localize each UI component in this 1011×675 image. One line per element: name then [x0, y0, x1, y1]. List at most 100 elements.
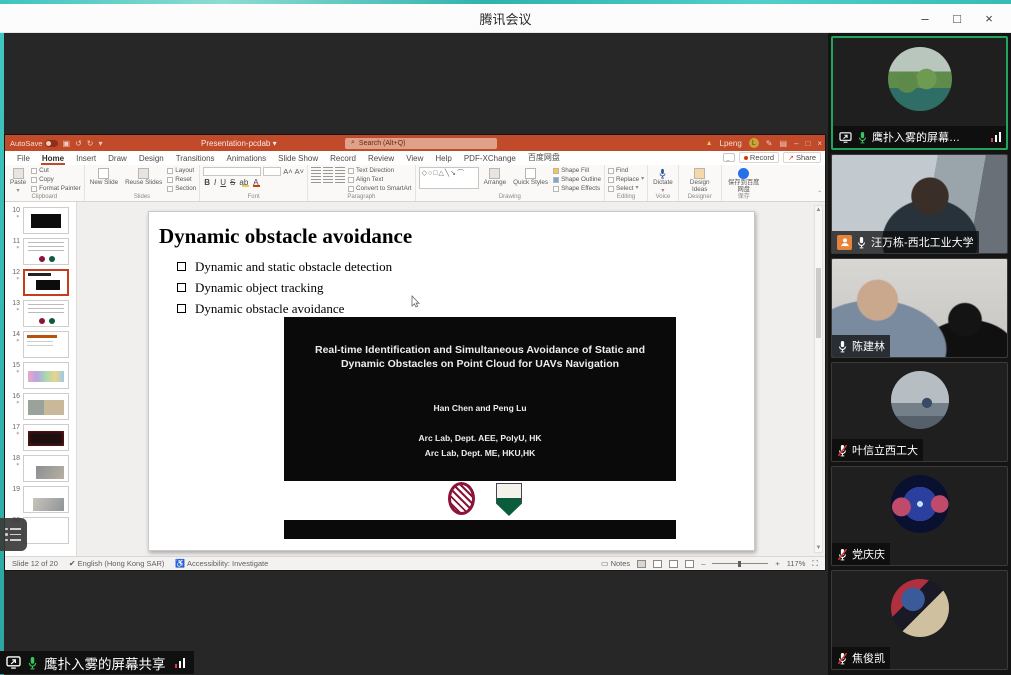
underline-button[interactable]: U [219, 178, 227, 187]
text-direction-button[interactable]: Text Direction [348, 167, 412, 175]
font-color-button[interactable]: A [252, 178, 260, 187]
participant-tile-sharer[interactable]: 鹰扑入雾的屏幕… [831, 36, 1008, 150]
search-input[interactable]: ⌕ Search (Alt+Q) [345, 138, 497, 149]
shape-outline-button[interactable]: Shape Outline [553, 176, 601, 184]
quick-access-dropdown-icon[interactable]: ▾ [99, 139, 103, 148]
indent-icon[interactable] [335, 167, 345, 175]
participant-tile[interactable]: 汪万栋-西北工业大学 [831, 154, 1008, 254]
align-text-button[interactable]: Align Text [348, 176, 412, 184]
zoom-level[interactable]: 117% [787, 559, 806, 568]
thumbnail-slide-14[interactable]: 14✶ [5, 329, 76, 360]
redo-icon[interactable]: ↻ [87, 139, 94, 148]
italic-button[interactable]: I [213, 178, 217, 187]
ribbon-display-icon[interactable]: ▤ [779, 139, 787, 148]
thumbnail-slide-17[interactable]: 17✶ [5, 422, 76, 453]
font-name-select[interactable] [203, 167, 261, 176]
tab-help[interactable]: Help [429, 154, 457, 165]
replace-button[interactable]: Replace▾ [608, 176, 644, 184]
quick-styles-button[interactable]: Quick Styles [511, 167, 550, 188]
tab-review[interactable]: Review [362, 154, 400, 165]
participant-sidebar[interactable]: 鹰扑入雾的屏幕… 汪万栋-西北工业大学 陈建林 [828, 33, 1011, 675]
thumbnail-slide-18[interactable]: 18✶ [5, 453, 76, 484]
ppt-maximize-button[interactable]: □ [805, 139, 810, 148]
align-right-icon[interactable] [335, 176, 345, 184]
participant-tile[interactable]: 陈建林 [831, 258, 1008, 358]
comments-icon[interactable] [723, 153, 735, 162]
align-left-icon[interactable] [311, 176, 321, 184]
shapes-gallery[interactable]: ◇○□△╲↘⌒ [419, 167, 479, 189]
collapse-ribbon-icon[interactable]: ˆ [818, 190, 821, 199]
share-button[interactable]: ↗Share [783, 152, 821, 163]
participant-tile[interactable]: 焦俊凯 [831, 570, 1008, 670]
tab-slide-show[interactable]: Slide Show [272, 154, 324, 165]
reset-button[interactable]: Reset [167, 176, 196, 184]
language-status[interactable]: ✔ English (Hong Kong SAR) [69, 559, 165, 568]
highlight-button[interactable]: ab [238, 178, 250, 187]
convert-smartart-button[interactable]: Convert to SmartArt [348, 185, 412, 193]
tab-pdf-xchange[interactable]: PDF-XChange [458, 154, 522, 165]
bullets-icon[interactable] [311, 167, 321, 175]
slide-thumbnail-panel[interactable]: 10✶ 11✶ 12✶ 13✶ 14✶ 15✶ 16✶ 17✶ 18✶ 19 2… [5, 202, 77, 556]
select-button[interactable]: Select▾ [608, 185, 644, 193]
zoom-in-button[interactable]: + [775, 559, 779, 568]
paste-button[interactable]: Paste▾ [8, 167, 28, 196]
new-slide-button[interactable]: New Slide [88, 167, 120, 188]
dictate-button[interactable]: Dictate▾ [651, 167, 675, 196]
save-icon[interactable]: ▣ [63, 139, 71, 148]
thumbnail-slide-16[interactable]: 16✶ [5, 391, 76, 422]
avatar[interactable]: L [749, 138, 759, 148]
cut-button[interactable]: Cut [31, 167, 81, 175]
record-button[interactable]: Record [739, 152, 779, 163]
tab-record[interactable]: Record [324, 154, 362, 165]
numbering-icon[interactable] [323, 167, 333, 175]
section-button[interactable]: Section [167, 185, 196, 193]
tab-animations[interactable]: Animations [221, 154, 273, 165]
meeting-float-panel-toggle[interactable] [0, 518, 27, 551]
screen-share-banner[interactable]: 鹰扑入雾的屏幕共享 [0, 651, 194, 674]
grow-font-icon[interactable]: A˄ [283, 167, 292, 176]
tab-design[interactable]: Design [133, 154, 170, 165]
zoom-slider[interactable] [712, 563, 768, 564]
tab-view[interactable]: View [400, 154, 429, 165]
undo-icon[interactable]: ↺ [75, 139, 82, 148]
close-button[interactable]: × [973, 11, 1005, 26]
reuse-slides-button[interactable]: Reuse Slides [123, 167, 164, 188]
thumbnail-slide-19[interactable]: 19 [5, 484, 76, 515]
shrink-font-icon[interactable]: A˅ [295, 167, 304, 176]
copy-button[interactable]: Copy [31, 176, 81, 184]
tab-file[interactable]: File [11, 154, 36, 165]
zoom-slider-knob[interactable] [738, 561, 741, 567]
thumbnail-slide-11[interactable]: 11✶ [5, 236, 76, 267]
bold-button[interactable]: B [203, 178, 211, 187]
layout-button[interactable]: Layout [167, 167, 196, 175]
tab-home[interactable]: Home [36, 154, 70, 165]
autosave-toggle[interactable]: AutoSave [10, 139, 58, 148]
thumbnail-slide-12-selected[interactable]: 12✶ [5, 267, 76, 298]
minimize-button[interactable]: – [909, 11, 941, 26]
thumbnail-slide-10[interactable]: 10✶ [5, 205, 76, 236]
embedded-video-frame[interactable]: Real-time Identification and Simultaneou… [284, 317, 676, 481]
thumbnail-slide-15[interactable]: 15✶ [5, 360, 76, 391]
ppt-minimize-button[interactable]: – [794, 139, 798, 148]
zoom-out-button[interactable]: – [701, 559, 705, 568]
tab-draw[interactable]: Draw [102, 154, 133, 165]
shape-effects-button[interactable]: Shape Effects [553, 185, 601, 193]
font-size-select[interactable] [263, 167, 281, 176]
participant-tile[interactable]: 叶信立西工大 [831, 362, 1008, 462]
format-painter-button[interactable]: Format Painter [31, 185, 81, 193]
fit-to-window-icon[interactable]: ⛶ [812, 559, 818, 569]
maximize-button[interactable]: □ [941, 11, 973, 26]
shape-fill-button[interactable]: Shape Fill [553, 167, 601, 175]
align-center-icon[interactable] [323, 176, 333, 184]
scrollbar-thumb[interactable] [816, 268, 821, 338]
normal-view-button[interactable] [637, 560, 646, 568]
design-ideas-button[interactable]: Design Ideas [682, 167, 718, 195]
arrange-button[interactable]: Arrange [482, 167, 508, 188]
account-name[interactable]: Lpeng [720, 139, 742, 148]
notes-button[interactable]: ▭ Notes [601, 559, 630, 568]
vertical-scrollbar[interactable]: ▲ ▼ [814, 205, 823, 553]
ppt-close-button[interactable]: × [817, 139, 822, 148]
slideshow-view-button[interactable] [685, 560, 694, 568]
current-slide[interactable]: Dynamic obstacle avoidance Dynamic and s… [148, 211, 755, 551]
tab-insert[interactable]: Insert [70, 154, 102, 165]
